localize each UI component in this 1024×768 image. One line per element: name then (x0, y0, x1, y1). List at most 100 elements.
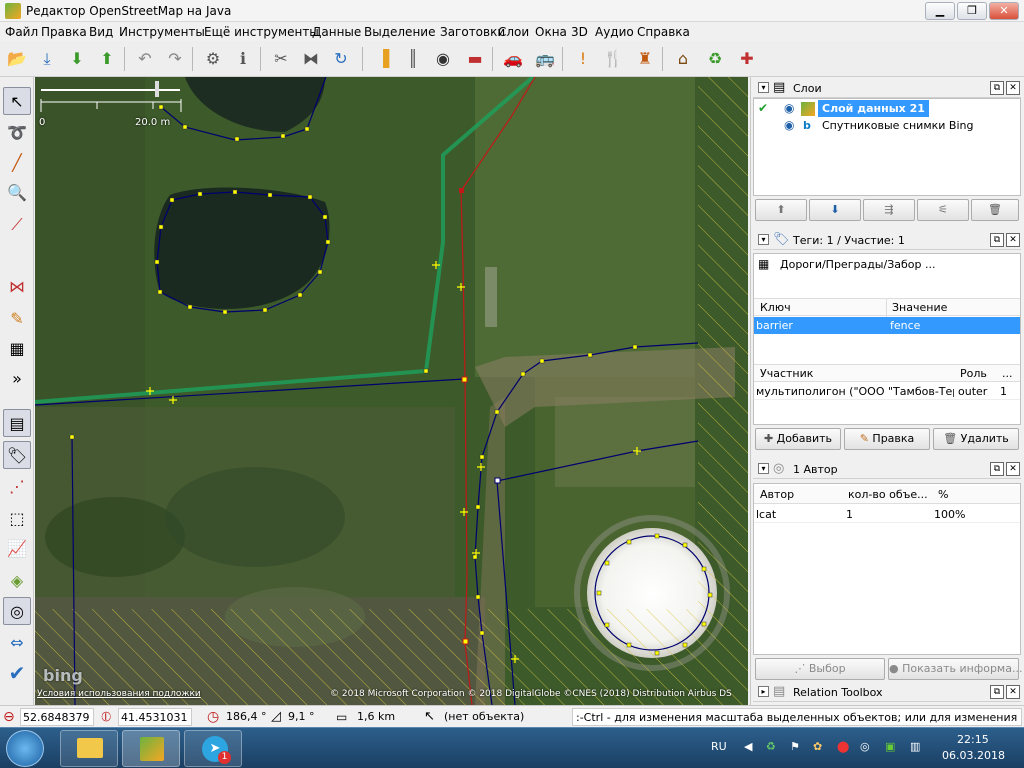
layer-up-button[interactable]: ⬆ (755, 199, 807, 221)
traffic-light-icon[interactable]: ◉ (430, 46, 456, 72)
member-column-header[interactable]: Участник (760, 367, 813, 380)
combine-icon[interactable]: ⧓ (298, 46, 324, 72)
recycling-icon[interactable]: ♻ (702, 46, 728, 72)
layer-merge-button[interactable]: ⇶ (863, 199, 915, 221)
check-icon[interactable]: ✔ (3, 659, 31, 687)
explorer-task-icon[interactable] (60, 730, 118, 767)
author-row[interactable]: lcat 1 100% (754, 506, 1020, 523)
zoom-tool-icon[interactable]: 🔍 (3, 179, 31, 207)
warning-icon[interactable]: ! (570, 46, 596, 72)
split-icon[interactable]: ✂ (268, 46, 294, 72)
castle-icon[interactable]: ♜ (632, 46, 658, 72)
clock-time[interactable]: 22:15 (957, 733, 989, 746)
clock-date[interactable]: 06.03.2018 (942, 749, 1005, 762)
railway-icon[interactable]: ║ (400, 46, 426, 72)
maximize-button[interactable]: ❐ (957, 2, 987, 20)
barrier-icon[interactable]: ▬ (462, 46, 488, 72)
refresh-icon[interactable]: ↻ (328, 46, 354, 72)
tray-icon-3[interactable]: ⚑ (790, 740, 800, 753)
visibility-eye-icon[interactable]: ◉ (784, 117, 794, 134)
value-column-header[interactable]: Значение (892, 301, 947, 314)
collapse-arrow-icon[interactable]: ▾ (758, 463, 769, 474)
layer-row-data[interactable]: ✔ ◉ Слой данных 21 (754, 100, 1020, 117)
tray-icon-2[interactable]: ♻ (766, 740, 776, 753)
industrial-icon[interactable]: ⌂ (670, 46, 696, 72)
layers-toggle-icon[interactable]: ▤ (3, 409, 31, 437)
pencil-tool-icon[interactable]: ✎ (3, 305, 31, 333)
authors-toggle-icon[interactable]: ◎ (3, 597, 31, 625)
menu-item-0[interactable]: Файл (5, 25, 38, 39)
hospital-icon[interactable]: ✚ (734, 46, 760, 72)
tray-icon-5[interactable]: ⬤ (837, 740, 849, 753)
layer-down-button[interactable]: ⬇ (809, 199, 861, 221)
expand-arrow-icon[interactable]: ▸ (758, 686, 769, 697)
imagery-terms-link[interactable]: Условия использования подложки (37, 689, 201, 699)
close-panel-icon[interactable]: ✕ (1006, 233, 1020, 247)
tags-toggle-icon[interactable]: 🏷 (3, 441, 31, 469)
menu-item-9[interactable]: Окна (535, 25, 567, 39)
visibility-eye-icon[interactable]: ◉ (784, 100, 794, 117)
nvidia-icon[interactable]: ▣ (885, 740, 895, 753)
menu-item-10[interactable]: 3D (571, 25, 588, 39)
info-icon[interactable]: ℹ (230, 46, 256, 72)
draw-tool-icon[interactable]: ╱ (3, 149, 31, 177)
layer-settings-button[interactable]: ⚟ (917, 199, 969, 221)
menu-item-2[interactable]: Вид (89, 25, 113, 39)
count-column-header[interactable]: кол-во объе... (848, 488, 928, 501)
collapse-arrow-icon[interactable]: ▾ (758, 82, 769, 93)
tray-icon-1[interactable]: ◀ (744, 740, 752, 753)
more-tools-icon[interactable]: » (3, 365, 31, 393)
bus-icon[interactable]: 🚌 (532, 46, 558, 72)
redo-icon[interactable]: ↷ (162, 46, 188, 72)
close-panel-icon[interactable]: ✕ (1006, 685, 1020, 699)
minimize-button[interactable]: ▁ (925, 2, 955, 20)
menu-item-12[interactable]: Справка (637, 25, 690, 39)
preferences-icon[interactable]: ⚙ (200, 46, 226, 72)
menu-item-3[interactable]: Инструменты (119, 25, 205, 39)
menu-item-6[interactable]: Выделение (364, 25, 435, 39)
edit-tag-button[interactable]: ✎ Правка (844, 428, 930, 450)
tray-icon-6[interactable]: ◎ (860, 740, 870, 753)
layer-delete-button[interactable]: 🗑 (971, 199, 1019, 221)
restaurant-icon[interactable]: 🍴 (600, 46, 626, 72)
map-paint-icon[interactable]: ◈ (3, 567, 31, 595)
author-info-button[interactable]: ● Показать информа... (888, 658, 1022, 680)
relation-row[interactable]: мультиполигон ("ООО "Тамбов-Терм... oute… (754, 383, 1020, 400)
layer-row-imagery[interactable]: ◉ b Спутниковые снимки Bing (754, 117, 1020, 134)
map-canvas[interactable] (35, 77, 748, 705)
role-column-header[interactable]: Роль (960, 367, 987, 380)
menu-item-11[interactable]: Аудио (595, 25, 634, 39)
network-icon[interactable]: ▥ (910, 740, 920, 753)
building-tool-icon[interactable]: ▦ (3, 335, 31, 363)
key-column-header[interactable]: Ключ (760, 301, 791, 314)
map-view[interactable]: 0 20.0 m bing Условия использования подл… (35, 77, 748, 705)
tag-key[interactable]: barrier (756, 317, 793, 334)
delete-tag-button[interactable]: 🗑 Удалить (933, 428, 1019, 450)
preset-row[interactable]: ▦ Дороги/Преграды/Забор ... (754, 256, 1020, 273)
tag-row[interactable]: barrier fence (754, 317, 1020, 334)
upload-icon[interactable]: ⬆ (94, 46, 120, 72)
detach-panel-icon[interactable]: ⧉ (990, 81, 1004, 95)
detach-panel-icon[interactable]: ⧉ (990, 462, 1004, 476)
close-panel-icon[interactable]: ✕ (1006, 462, 1020, 476)
more-column-header[interactable]: ... (1002, 367, 1013, 380)
menu-item-7[interactable]: Заготовки (440, 25, 505, 39)
undo-icon[interactable]: ↶ (132, 46, 158, 72)
menu-item-4[interactable]: Ещё инструменты (204, 25, 319, 39)
tray-icon-4[interactable]: ✿ (813, 740, 822, 753)
lasso-tool-icon[interactable]: ➰ (3, 119, 31, 147)
percent-column-header[interactable]: % (938, 488, 948, 501)
detach-panel-icon[interactable]: ⧉ (990, 233, 1004, 247)
tag-value[interactable]: fence (890, 317, 920, 334)
selection-list-icon[interactable]: ⋰ (3, 473, 31, 501)
validator-icon[interactable]: ⬚ (3, 505, 31, 533)
history-icon[interactable]: 📈 (3, 535, 31, 563)
relation-member[interactable]: мультиполигон ("ООО "Тамбов-Терм... (756, 383, 954, 399)
menu-item-5[interactable]: Данные (312, 25, 361, 39)
parallel-way-tool-icon[interactable]: ⋈ (3, 273, 31, 301)
improve-way-tool-icon[interactable]: ⟋ (3, 211, 31, 239)
conflict-icon[interactable]: ⇔ (3, 629, 31, 657)
telegram-task-icon[interactable]: ➤ 1 (184, 730, 242, 767)
author-column-header[interactable]: Автор (760, 488, 794, 501)
collapse-arrow-icon[interactable]: ▾ (758, 234, 769, 245)
